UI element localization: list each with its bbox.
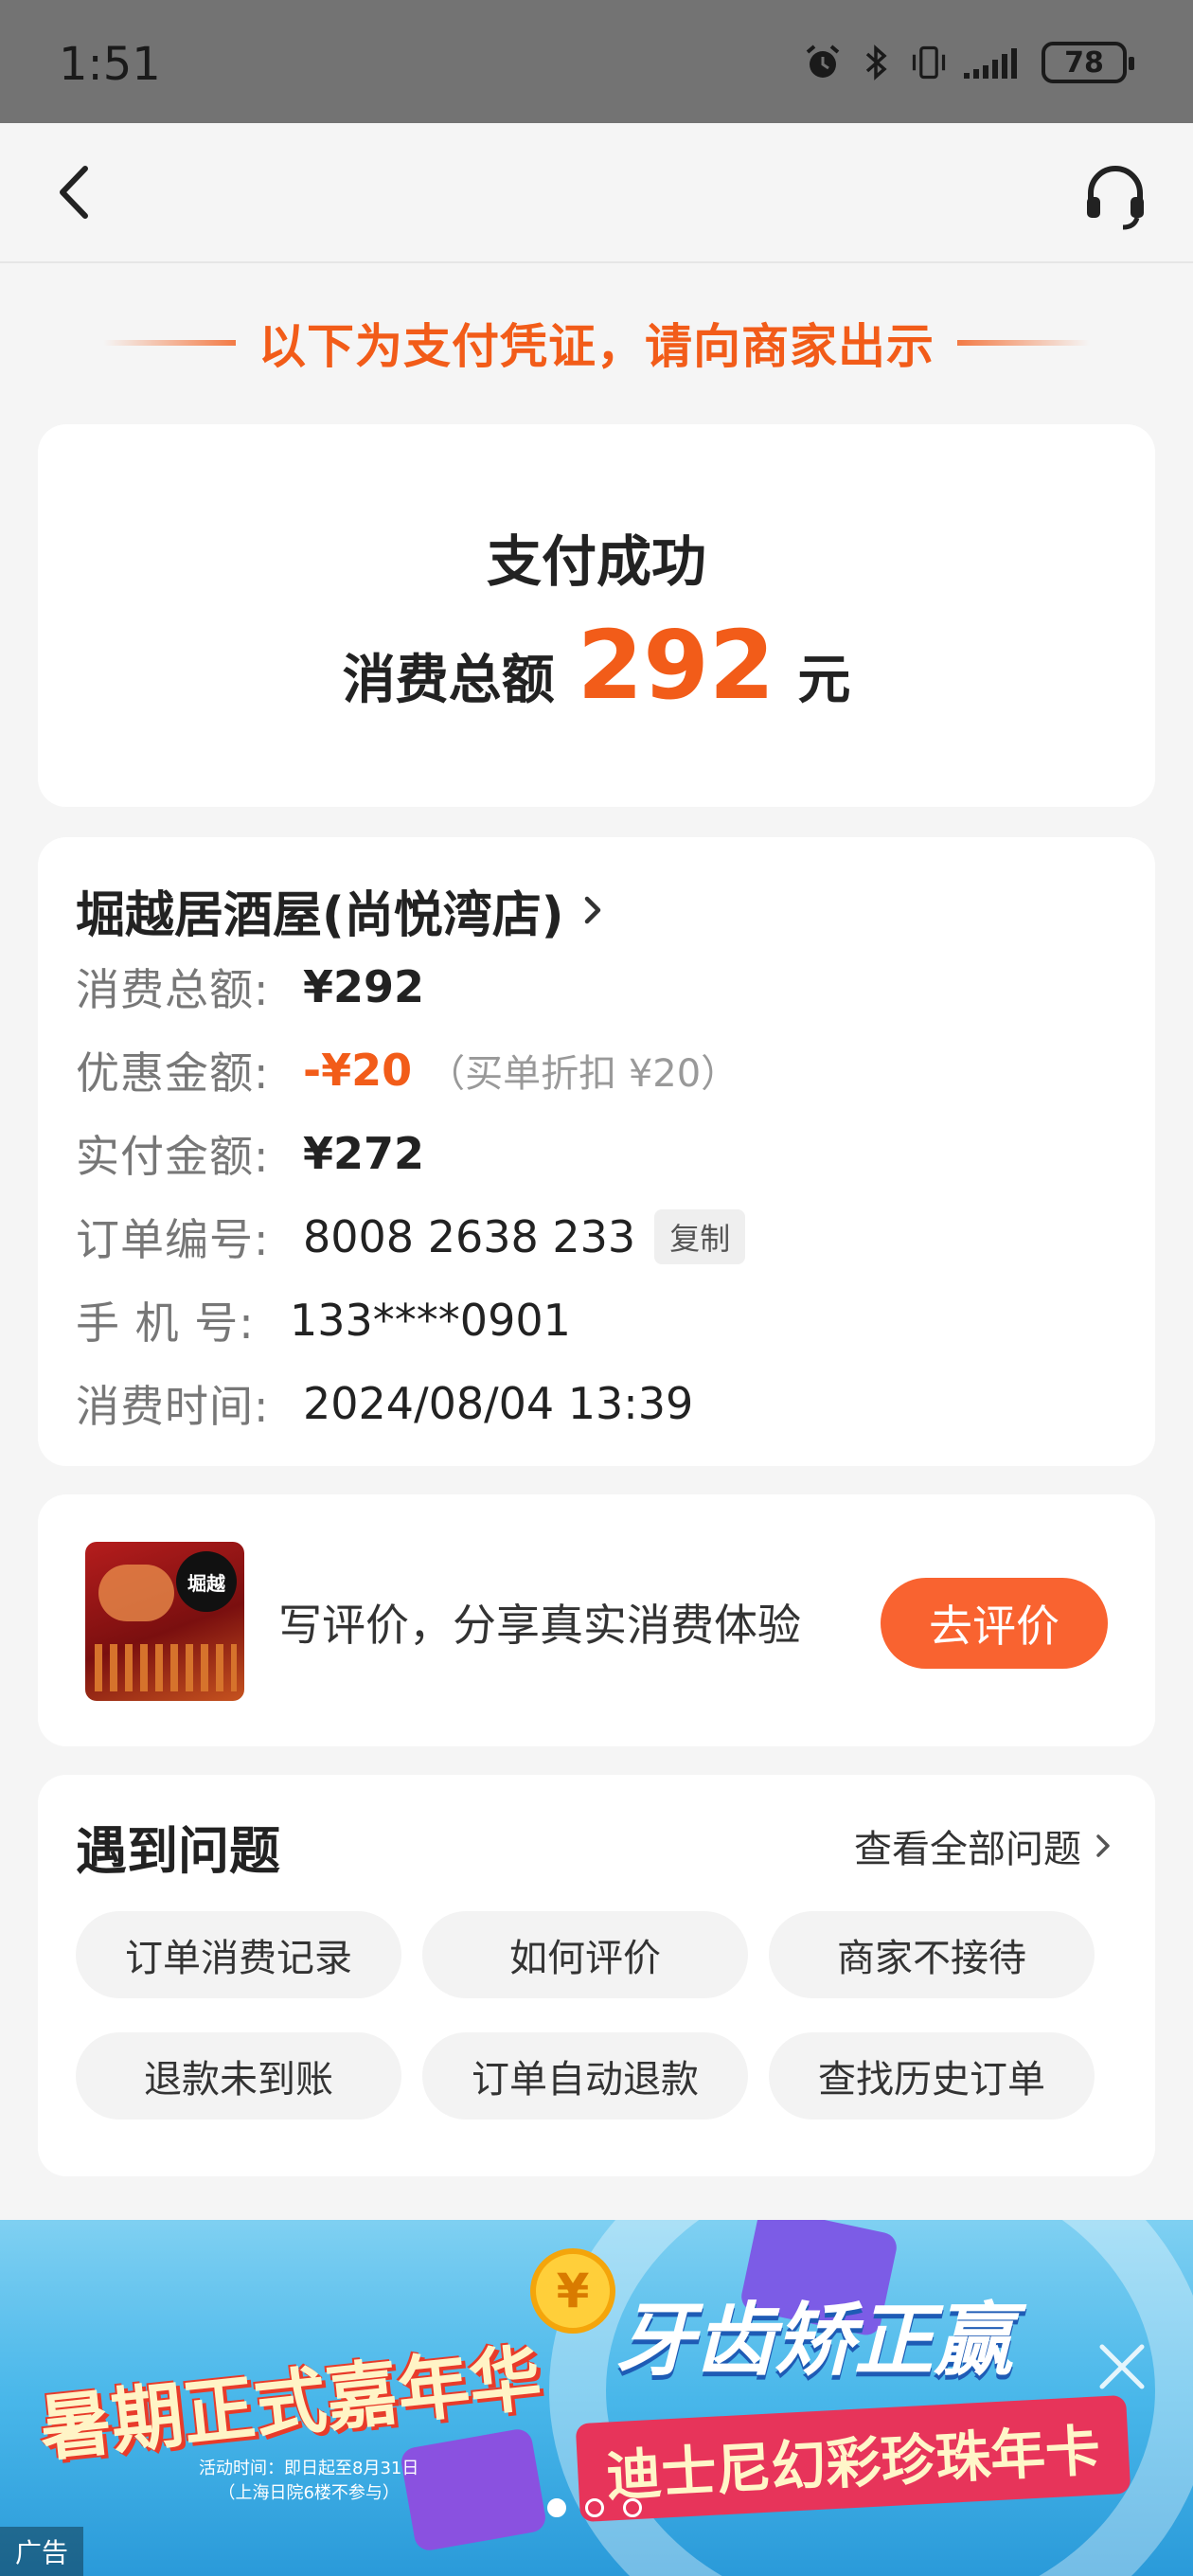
detail-value: 133****0901 (290, 1295, 571, 1346)
chevron-left-icon (60, 166, 88, 219)
help-chip[interactable]: 订单消费记录 (76, 1911, 401, 1998)
detail-label: 优惠金额: (76, 1047, 270, 1099)
copy-button[interactable]: 复制 (654, 1209, 746, 1264)
store-logo: 堀越 (176, 1551, 237, 1612)
chevron-right-icon (1096, 1834, 1110, 1857)
close-icon (1099, 2344, 1145, 2389)
detail-value: ¥292 (303, 961, 425, 1012)
help-chip[interactable]: 如何评价 (422, 1911, 748, 1998)
decorative-line-right (957, 340, 1090, 346)
carousel-dot[interactable] (623, 2498, 642, 2517)
view-all-label: 查看全部问题 (854, 1828, 1081, 1871)
detail-value: 8008 2638 233 (303, 1211, 636, 1262)
discount-note: （买单折扣 ¥20） (427, 1052, 739, 1096)
help-card: 遇到问题 查看全部问题 订单消费记录 如何评价 商家不接待 退款未到账 订单自动… (38, 1775, 1155, 2176)
detail-label: 实付金额: (76, 1131, 270, 1182)
total-amount-value: 292 (577, 610, 775, 721)
signal-icon (962, 43, 1028, 82)
detail-label: 订单编号: (76, 1214, 270, 1265)
alarm-icon (803, 43, 843, 82)
review-prompt: 写评价，分享真实消费体验 (278, 1600, 801, 1651)
total-amount-unit: 元 (797, 650, 851, 711)
voucher-banner: 以下为支付凭证，请向商家出示 (0, 301, 1193, 385)
order-details-card: 堀越居酒屋(尚悦湾店) 消费总额: ¥292 优惠金额: -¥20 （买单折扣 … (38, 837, 1155, 1466)
detail-label: 消费总额: (76, 964, 270, 1015)
gift-box-image (399, 2426, 548, 2553)
detail-value: 2024/08/04 13:39 (303, 1378, 694, 1429)
battery-icon: 78 (1042, 42, 1134, 83)
detail-label: 手 机 号: (76, 1297, 255, 1349)
detail-row-paid: 实付金额: ¥272 (76, 1112, 1117, 1195)
help-chip-grid: 订单消费记录 如何评价 商家不接待 退款未到账 订单自动退款 查找历史订单 (76, 1911, 1117, 2120)
carousel-dot[interactable] (547, 2498, 566, 2517)
review-card: 堀越 写评价，分享真实消费体验 去评价 (38, 1494, 1155, 1746)
skewers-image (95, 1644, 237, 1691)
detail-value: -¥20 (303, 1045, 413, 1096)
back-button[interactable] (44, 159, 110, 225)
vibrate-icon (909, 43, 949, 82)
customer-service-button[interactable] (1079, 159, 1151, 231)
coin-icon: ¥ (530, 2248, 615, 2334)
ad-note-line: 活动时间：即日起至8月31日 (199, 2459, 419, 2478)
ad-right-title: 牙齿矫正赢 (615, 2294, 1014, 2387)
write-review-button[interactable]: 去评价 (881, 1578, 1108, 1669)
detail-row-discount: 优惠金额: -¥20 （买单折扣 ¥20） (76, 1029, 1117, 1112)
food-image (98, 1565, 174, 1621)
ad-close-button[interactable] (1089, 2334, 1155, 2400)
payment-success-card: 支付成功 消费总额 292 元 (38, 424, 1155, 807)
chevron-right-icon (584, 896, 600, 924)
detail-row-time: 消费时间: 2024/08/04 13:39 (76, 1362, 1117, 1445)
help-chip[interactable]: 退款未到账 (76, 2032, 401, 2120)
help-chip[interactable]: 订单自动退款 (422, 2032, 748, 2120)
nav-bar (0, 123, 1193, 263)
success-title: 支付成功 (486, 529, 706, 594)
headset-icon (1087, 166, 1144, 230)
help-header: 遇到问题 查看全部问题 (76, 1813, 1117, 1881)
ad-note-line: （上海日院6楼不参与） (218, 2483, 400, 2503)
ad-label: 广告 (0, 2527, 84, 2576)
help-title: 遇到问题 (76, 1820, 280, 1881)
store-link[interactable]: 堀越居酒屋(尚悦湾店) (76, 875, 1117, 945)
help-chip[interactable]: 查找历史订单 (769, 2032, 1095, 2120)
ad-banner[interactable]: ¥ 暑期正式嘉年华 活动时间：即日起至8月31日 （上海日院6楼不参与） 牙齿矫… (0, 2220, 1193, 2576)
detail-row-order-number: 订单编号: 8008 2638 233 复制 (76, 1195, 1117, 1279)
detail-value: ¥272 (303, 1128, 425, 1179)
help-chip[interactable]: 商家不接待 (769, 1911, 1095, 1998)
voucher-text: 以下为支付凭证，请向商家出示 (258, 319, 935, 374)
ad-note: 活动时间：即日起至8月31日 （上海日院6楼不参与） (199, 2457, 418, 2506)
decorative-line-left (103, 340, 236, 346)
status-icons: 78 (803, 42, 1134, 83)
carousel-dot[interactable] (585, 2498, 604, 2517)
bluetooth-icon (856, 43, 896, 82)
total-amount-label: 消费总额 (342, 650, 555, 711)
detail-row-total: 消费总额: ¥292 (76, 945, 1117, 1029)
view-all-questions-link[interactable]: 查看全部问题 (854, 1818, 1117, 1873)
carousel-dots (547, 2498, 642, 2517)
store-thumbnail: 堀越 (85, 1542, 244, 1701)
total-amount-row: 消费总额 292 元 (38, 610, 1155, 721)
status-time: 1:51 (59, 38, 161, 91)
store-name: 堀越居酒屋(尚悦湾店) (76, 886, 564, 944)
detail-label: 消费时间: (76, 1381, 270, 1432)
detail-row-phone: 手 机 号: 133****0901 (76, 1279, 1117, 1362)
status-bar: 1:51 78 (0, 0, 1193, 123)
